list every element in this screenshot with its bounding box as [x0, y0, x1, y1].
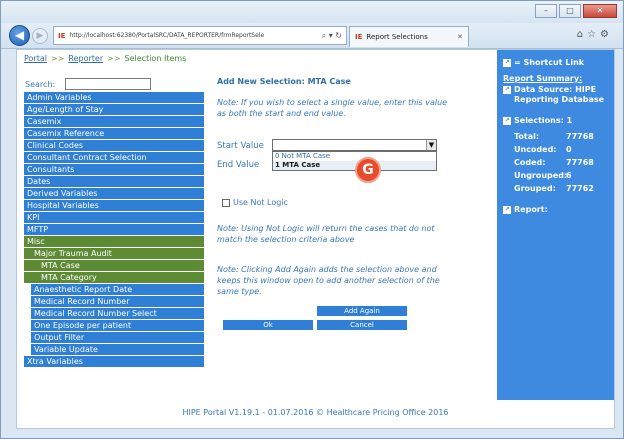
- title-bar: – □ ✕: [1, 1, 623, 23]
- menu-item-output-filter[interactable]: Output Filter: [31, 332, 204, 344]
- menu-item-major-trauma-audit[interactable]: Major Trauma Audit: [24, 248, 204, 260]
- selections-line[interactable]: ↗ Selections: 1: [503, 116, 572, 125]
- menu-item-mta-category[interactable]: MTA Category: [24, 272, 204, 284]
- note-single-value: Note: If you wish to select a single val…: [217, 98, 448, 118]
- stat-total: Total: 77768: [514, 132, 594, 141]
- search-row: Search:: [25, 78, 151, 90]
- menu-item-kpi[interactable]: KPI: [24, 212, 204, 224]
- variable-menu: Admin Variables Age/Length of Stay Casem…: [24, 92, 204, 368]
- cancel-button[interactable]: Cancel: [317, 320, 407, 330]
- report-line[interactable]: ↗ Report:: [503, 205, 548, 214]
- add-again-button[interactable]: Add Again: [317, 306, 407, 316]
- annotation-marker-g: G: [355, 157, 381, 183]
- search-input[interactable]: [65, 78, 151, 90]
- close-window-button[interactable]: ✕: [583, 4, 617, 18]
- report-summary-panel: ↗ = Shortcut Link Report Summary: ↗ Data S…: [497, 50, 614, 400]
- breadcrumb-separator: >>: [50, 54, 65, 63]
- menu-item-hospital-variables[interactable]: Hospital Variables: [24, 200, 204, 212]
- address-url[interactable]: http://localhost:62380/PortalSRC/DATA_RE…: [69, 32, 317, 39]
- search-label: Search:: [25, 79, 56, 89]
- ie-tab-favicon-icon: IE: [355, 33, 363, 41]
- breadcrumb: Portal >> Reporter >> Selection Items: [24, 54, 186, 63]
- menu-item-variable-update[interactable]: Variable Update: [31, 344, 204, 356]
- dropdown-option[interactable]: 0 Not MTA Case: [273, 152, 436, 161]
- window-controls: – □ ✕: [535, 4, 617, 18]
- menu-item-casemix[interactable]: Casemix: [24, 116, 204, 128]
- address-bar[interactable]: IE http://localhost:62380/PortalSRC/DATA…: [53, 26, 347, 45]
- browser-nav-bar: ◀ ▶ IE http://localhost:62380/PortalSRC/…: [1, 23, 623, 49]
- data-source-value: Reporting Database: [514, 95, 605, 104]
- menu-item-consultant-contract-selection[interactable]: Consultant Contract Selection: [24, 152, 204, 164]
- menu-item-dates[interactable]: Dates: [24, 176, 204, 188]
- stat-grouped: Grouped: 77762: [514, 184, 594, 193]
- end-value-label: End Value: [217, 160, 260, 170]
- breadcrumb-separator: >>: [107, 54, 121, 63]
- use-not-logic-row: Use Not Logic: [222, 198, 288, 207]
- menu-item-medical-record-number[interactable]: Medical Record Number: [31, 296, 204, 308]
- note-not-logic: Note: Using Not Logic will return the ca…: [217, 224, 435, 244]
- stat-coded: Coded: 77768: [514, 158, 594, 167]
- note-add-again: Note: Clicking Add Again adds the select…: [217, 265, 440, 296]
- stat-ungrouped: Ungrouped: 6: [514, 171, 572, 180]
- report-summary-link[interactable]: Report Summary:: [503, 74, 582, 83]
- menu-item-mta-case[interactable]: MTA Case: [24, 260, 204, 272]
- search-refresh-icon[interactable]: ⌕ ▾ ↻: [318, 31, 346, 41]
- ie-favicon-icon: IE: [58, 31, 66, 40]
- start-value-label: Start Value: [217, 141, 264, 151]
- menu-item-casemix-reference[interactable]: Casemix Reference: [24, 128, 204, 140]
- menu-item-medical-record-number-select[interactable]: Medical Record Number Select: [31, 308, 204, 320]
- dropdown-arrow-icon[interactable]: ▼: [426, 140, 436, 150]
- data-source-line[interactable]: ↗ Data Source: HIPE: [503, 85, 596, 94]
- menu-item-admin-variables[interactable]: Admin Variables: [24, 92, 204, 104]
- shortcut-link-icon[interactable]: ↗: [503, 85, 511, 94]
- menu-item-anaesthetic-report-date[interactable]: Anaesthetic Report Date: [31, 284, 204, 296]
- breadcrumb-portal-link[interactable]: Portal: [24, 54, 47, 63]
- back-arrow-icon[interactable]: ◀: [9, 25, 30, 46]
- footer-text: HIPE Portal V1.19.1 - 01.07.2016 © Healt…: [182, 408, 449, 417]
- menu-item-clinical-codes[interactable]: Clinical Codes: [24, 140, 204, 152]
- breadcrumb-current: Selection Items: [124, 54, 187, 63]
- menu-item-age-length-of-stay[interactable]: Age/Length of Stay: [24, 104, 204, 116]
- tab-report-selections[interactable]: IE Report Selections ✕: [349, 26, 469, 47]
- form-title: Add New Selection: MTA Case: [217, 77, 351, 86]
- menu-item-xtra-variables[interactable]: Xtra Variables: [24, 356, 204, 368]
- stat-uncoded: Uncoded: 0: [514, 145, 572, 154]
- maximize-button[interactable]: □: [559, 4, 581, 18]
- breadcrumb-reporter-link[interactable]: Reporter: [68, 54, 103, 63]
- tab-close-icon[interactable]: ✕: [457, 33, 463, 41]
- start-value-select[interactable]: ▼: [272, 139, 437, 151]
- use-not-logic-label: Use Not Logic: [233, 198, 288, 207]
- use-not-logic-checkbox[interactable]: [222, 198, 230, 207]
- page-content: Portal >> Reporter >> Selection Items Search…: [16, 49, 615, 429]
- browser-window: – □ ✕ ◀ ▶ IE http://localhost:62380/Port…: [0, 0, 624, 439]
- shortcut-legend: ↗ = Shortcut Link: [503, 58, 585, 67]
- menu-item-mftp[interactable]: MFTP: [24, 224, 204, 236]
- shortcut-link-icon: ↗: [503, 58, 511, 67]
- shortcut-link-icon[interactable]: ↗: [503, 205, 511, 214]
- tab-label: Report Selections: [366, 33, 428, 41]
- ok-button[interactable]: Ok: [223, 320, 313, 330]
- menu-item-consultants[interactable]: Consultants: [24, 164, 204, 176]
- menu-item-misc[interactable]: Misc: [24, 236, 204, 248]
- minimize-button[interactable]: –: [535, 4, 557, 18]
- shortcut-link-icon[interactable]: ↗: [503, 116, 511, 125]
- menu-item-derived-variables[interactable]: Derived Variables: [24, 188, 204, 200]
- home-favorites-settings-icon[interactable]: ⌂☆⚙: [577, 29, 613, 40]
- menu-item-one-episode-per-patient[interactable]: One Episode per patient: [31, 320, 204, 332]
- forward-arrow-icon[interactable]: ▶: [32, 28, 48, 44]
